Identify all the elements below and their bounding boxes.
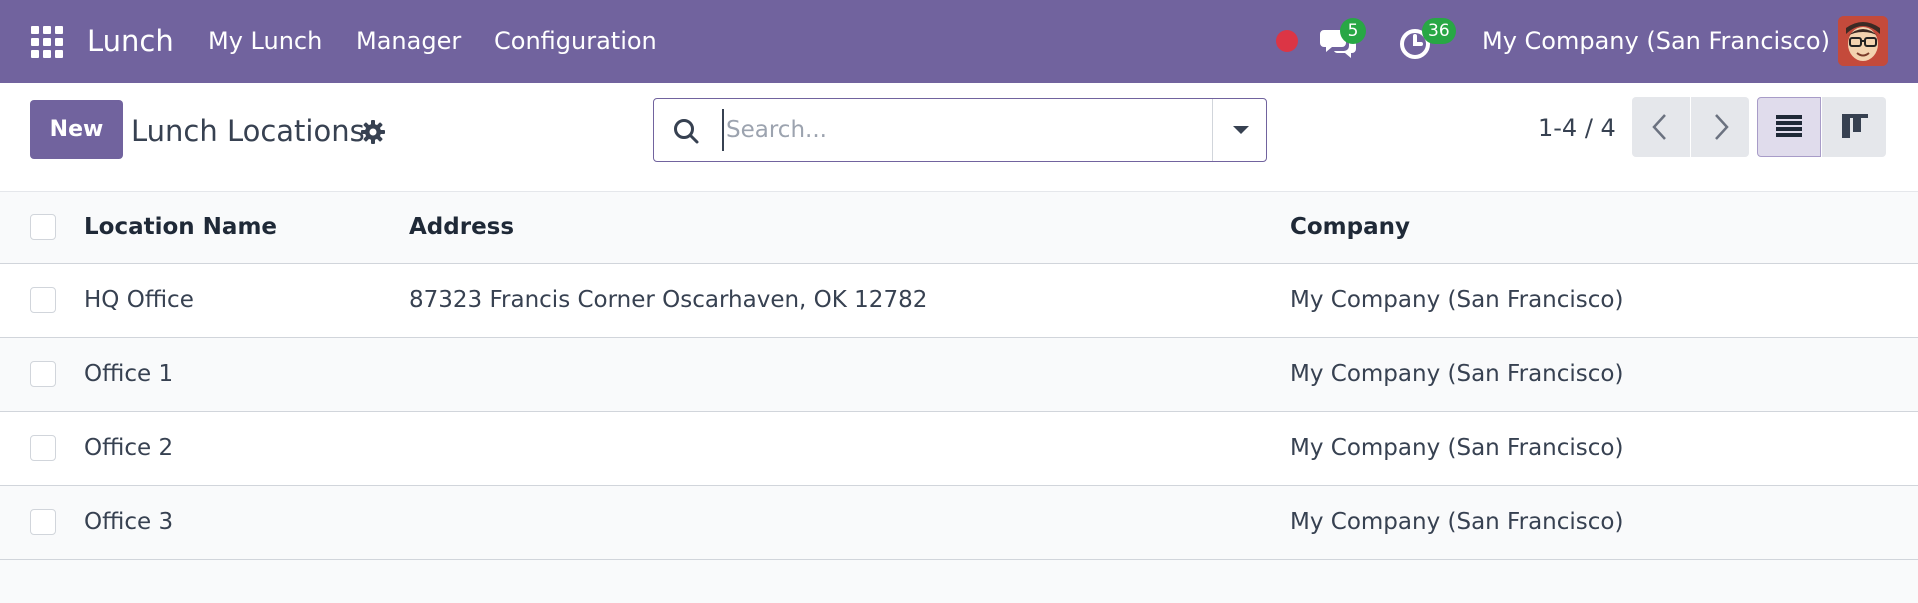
menu-configuration[interactable]: Configuration: [494, 24, 657, 58]
search-icon[interactable]: [672, 117, 700, 145]
search-box: [653, 98, 1267, 162]
table-row[interactable]: Office 1 My Company (San Francisco): [0, 337, 1918, 412]
messages-count-badge: 5: [1340, 18, 1366, 44]
pager-next-button[interactable]: [1691, 97, 1749, 157]
cell-address[interactable]: 87323 Francis Corner Oscarhaven, OK 1278…: [409, 263, 1290, 338]
app-name[interactable]: Lunch: [87, 20, 174, 62]
table-header-row: Location Name Address Company: [0, 192, 1918, 264]
row-checkbox[interactable]: [30, 361, 56, 387]
grid-apps-icon[interactable]: [31, 26, 63, 58]
cell-company[interactable]: My Company (San Francisco): [1290, 485, 1918, 560]
column-header-address[interactable]: Address: [409, 192, 1290, 264]
activities-menu[interactable]: 36: [1396, 18, 1456, 64]
list-view-button[interactable]: [1757, 97, 1821, 157]
chevron-right-icon: [1715, 114, 1729, 140]
menu-manager[interactable]: Manager: [356, 24, 461, 58]
table-row[interactable]: HQ Office 87323 Francis Corner Oscarhave…: [0, 263, 1918, 338]
cell-address[interactable]: [409, 337, 1290, 412]
row-checkbox[interactable]: [30, 509, 56, 535]
column-header-company[interactable]: Company: [1290, 192, 1918, 264]
company-switcher[interactable]: My Company (San Francisco): [1482, 24, 1830, 58]
kanban-view-icon: [1842, 114, 1868, 138]
cell-location-name[interactable]: Office 2: [84, 411, 409, 486]
control-panel: New Lunch Locations 1-4 / 4: [0, 83, 1918, 192]
select-all-cell: [0, 192, 84, 264]
pager-value[interactable]: 1-4 / 4: [1538, 111, 1616, 145]
record-dot-icon[interactable]: [1276, 30, 1298, 52]
chevron-left-icon: [1652, 114, 1666, 140]
cell-location-name[interactable]: HQ Office: [84, 263, 409, 338]
search-input[interactable]: [722, 109, 1202, 151]
cell-company[interactable]: My Company (San Francisco): [1290, 411, 1918, 486]
menu-my-lunch[interactable]: My Lunch: [208, 24, 322, 58]
pager-previous-button[interactable]: [1632, 97, 1690, 157]
cell-address[interactable]: [409, 485, 1290, 560]
row-checkbox[interactable]: [30, 287, 56, 313]
page-title: Lunch Locations: [131, 114, 365, 148]
new-button[interactable]: New: [30, 100, 123, 159]
gear-icon[interactable]: [360, 119, 386, 145]
search-options-toggle[interactable]: [1212, 99, 1268, 161]
cell-location-name[interactable]: Office 3: [84, 485, 409, 560]
list-view-icon: [1776, 115, 1802, 137]
locations-table: Location Name Address Company HQ Office …: [0, 192, 1918, 560]
cell-address[interactable]: [409, 411, 1290, 486]
cell-company[interactable]: My Company (San Francisco): [1290, 337, 1918, 412]
kanban-view-button[interactable]: [1822, 97, 1886, 157]
user-avatar[interactable]: [1838, 16, 1888, 66]
row-checkbox[interactable]: [30, 435, 56, 461]
messages-menu[interactable]: 5: [1318, 18, 1368, 64]
cell-company[interactable]: My Company (San Francisco): [1290, 263, 1918, 338]
activities-count-badge: 36: [1422, 18, 1456, 44]
top-navbar: Lunch My Lunch Manager Configuration 5 3…: [0, 0, 1918, 83]
column-header-location-name[interactable]: Location Name: [84, 192, 409, 264]
cell-location-name[interactable]: Office 1: [84, 337, 409, 412]
caret-down-icon: [1233, 126, 1249, 134]
select-all-checkbox[interactable]: [30, 214, 56, 241]
table-row[interactable]: Office 3 My Company (San Francisco): [0, 485, 1918, 560]
table-row[interactable]: Office 2 My Company (San Francisco): [0, 411, 1918, 486]
